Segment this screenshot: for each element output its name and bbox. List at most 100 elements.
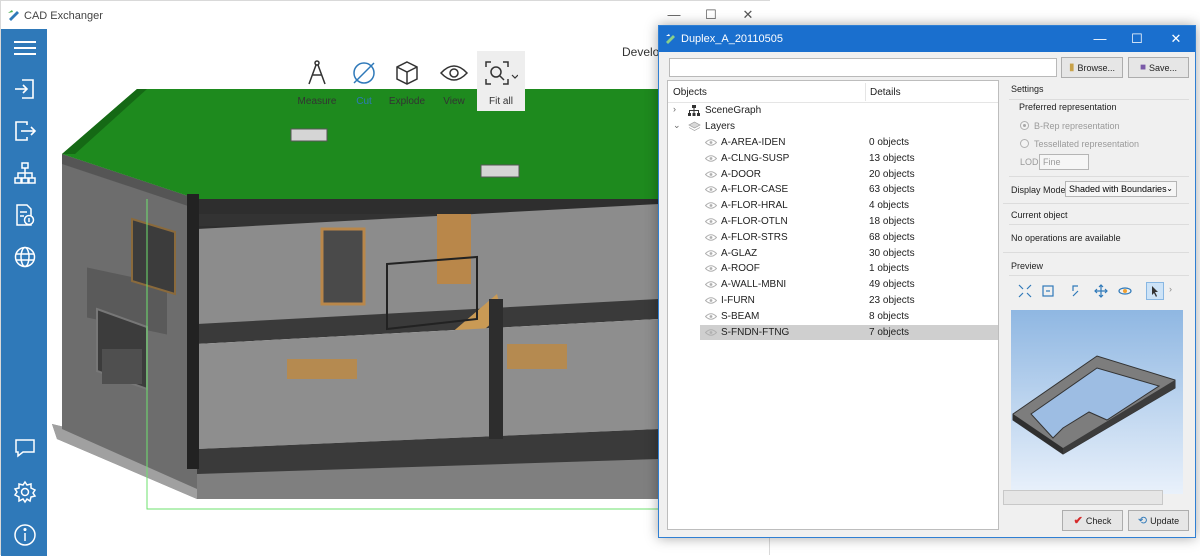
eye-icon[interactable]: [705, 265, 717, 273]
refresh-icon: ⟲: [1137, 515, 1148, 527]
preview-zoom-icon[interactable]: [1069, 282, 1087, 300]
layer-row[interactable]: A-FLOR-CASE 63 objects: [668, 182, 998, 198]
layer-details: 68 objects: [869, 231, 915, 243]
fit-all-tool[interactable]: Fit all: [479, 59, 523, 107]
settings-heading: Settings: [1011, 84, 1044, 94]
expand-arrow-icon[interactable]: ›: [673, 104, 676, 114]
column-separator[interactable]: [865, 83, 866, 101]
close-button[interactable]: ✕: [740, 7, 756, 23]
eye-icon[interactable]: [705, 328, 717, 336]
layer-row[interactable]: S-FNDN-FTNG 7 objects: [700, 324, 998, 341]
compass-icon: [297, 59, 337, 87]
dialog-logo-icon: [666, 34, 675, 44]
layer-row[interactable]: A-AREA-IDEN 0 objects: [668, 135, 998, 151]
update-label: Update: [1150, 515, 1180, 526]
save-button[interactable]: ■ Save...: [1128, 57, 1189, 78]
measure-tool[interactable]: Measure: [297, 59, 337, 107]
view-tool[interactable]: View: [435, 59, 473, 107]
dialog-title: Duplex_A_20110505: [681, 33, 783, 45]
browse-label: Browse...: [1077, 62, 1116, 73]
eye-icon[interactable]: [705, 139, 717, 146]
report-icon[interactable]: [11, 201, 39, 229]
update-button[interactable]: ⟲ Update: [1128, 510, 1189, 531]
dialog-close-button[interactable]: ✕: [1168, 31, 1184, 47]
display-mode-select[interactable]: Shaded with Boundaries ⌄: [1065, 181, 1177, 197]
structure-icon[interactable]: [11, 159, 39, 187]
layer-row[interactable]: A-FLOR-STRS 68 objects: [668, 230, 998, 246]
file-path-input[interactable]: [669, 58, 1057, 77]
web-icon[interactable]: [11, 243, 39, 271]
chat-icon[interactable]: [11, 434, 39, 462]
eye-icon[interactable]: [705, 170, 717, 178]
scenegraph-label: SceneGraph: [705, 105, 762, 116]
layer-name: A-ROOF: [721, 263, 760, 275]
eye-icon[interactable]: [705, 249, 717, 257]
fit-all-icon: [479, 59, 523, 87]
browse-button[interactable]: ▮ Browse...: [1061, 57, 1123, 78]
layer-name: A-CLNG-SUSP: [721, 152, 790, 164]
export-icon[interactable]: [11, 117, 39, 145]
preview-canvas[interactable]: [1011, 310, 1183, 494]
maximize-button[interactable]: ☐: [703, 7, 719, 23]
menu-icon[interactable]: [11, 34, 39, 62]
preview-more-icon[interactable]: ›: [1169, 284, 1172, 294]
import-icon[interactable]: [11, 75, 39, 103]
display-mode-value: Shaded with Boundaries: [1069, 184, 1167, 194]
eye-icon[interactable]: [705, 218, 717, 225]
layer-row[interactable]: A-FLOR-HRAL 4 objects: [668, 198, 998, 214]
layer-row[interactable]: A-CLNG-SUSP 13 objects: [668, 151, 998, 167]
eye-icon[interactable]: [705, 186, 717, 194]
explode-tool[interactable]: Explode: [387, 59, 427, 107]
layer-name: A-DOOR: [721, 168, 761, 180]
tree-item-layers[interactable]: ⌄ Layers: [668, 119, 998, 135]
minimize-button[interactable]: —: [666, 7, 682, 23]
check-button[interactable]: ✔ Check: [1062, 510, 1123, 531]
preview-frame-icon[interactable]: [1039, 282, 1057, 300]
collapse-arrow-icon[interactable]: ⌄: [673, 120, 681, 131]
cut-tool[interactable]: Cut: [344, 59, 384, 107]
layer-row[interactable]: A-GLAZ 30 objects: [668, 246, 998, 262]
eye-icon[interactable]: [705, 297, 717, 304]
info-icon[interactable]: [11, 521, 39, 549]
layer-name: A-WALL-MBNI: [721, 279, 787, 291]
preview-fit-icon[interactable]: [1016, 282, 1034, 300]
tessellated-radio[interactable]: [1020, 139, 1029, 148]
eye-icon[interactable]: [705, 281, 717, 288]
preview-select-icon[interactable]: [1146, 282, 1164, 300]
eye-icon[interactable]: [705, 202, 717, 209]
dialog-maximize-button[interactable]: ☐: [1129, 31, 1145, 47]
objects-column-header[interactable]: Objects: [673, 87, 707, 98]
layer-row[interactable]: A-FLOR-OTLN 18 objects: [668, 214, 998, 230]
layer-details: 18 objects: [869, 216, 915, 227]
layer-details: 8 objects: [869, 310, 910, 322]
main-title-bar[interactable]: CAD Exchanger — ☐ ✕: [1, 1, 771, 29]
layer-row[interactable]: I-FURN 23 objects: [668, 293, 998, 309]
layers-label: Layers: [705, 121, 736, 132]
tessellated-label: Tessellated representation: [1034, 139, 1140, 149]
brep-radio[interactable]: [1020, 121, 1029, 130]
eye-icon[interactable]: [705, 234, 717, 241]
eye-icon[interactable]: [705, 313, 717, 320]
layer-row[interactable]: S-BEAM 8 objects: [668, 309, 998, 325]
dialog-minimize-button[interactable]: —: [1092, 31, 1108, 46]
layer-name: A-FLOR-STRS: [721, 231, 788, 243]
folder-icon: ▮: [1068, 62, 1075, 73]
layer-row[interactable]: A-ROOF 1 objects: [668, 261, 998, 277]
main-window-title: CAD Exchanger: [24, 10, 103, 22]
layer-name: I-FURN: [721, 295, 755, 306]
layer-details: 4 objects: [869, 200, 910, 212]
eye-icon[interactable]: [705, 155, 717, 162]
preview-pan-icon[interactable]: [1092, 282, 1110, 300]
details-column-header[interactable]: Details: [870, 87, 901, 98]
chevron-down-icon: ⌄: [1166, 184, 1173, 193]
current-object-divider: [1009, 224, 1189, 225]
preview-rotate-icon[interactable]: [1116, 282, 1134, 300]
lod-select[interactable]: Fine: [1039, 154, 1089, 170]
layer-row[interactable]: A-DOOR 20 objects: [668, 167, 998, 183]
layer-row[interactable]: A-WALL-MBNI 49 objects: [668, 277, 998, 293]
layer-name: A-FLOR-HRAL: [721, 200, 788, 212]
tree-item-scenegraph[interactable]: › SceneGraph: [668, 103, 998, 119]
settings-icon[interactable]: [11, 478, 39, 506]
dialog-title-bar[interactable]: Duplex_A_20110505 — ☐ ✕: [659, 26, 1195, 52]
objects-tree[interactable]: Objects Details › SceneGraph ⌄ Layers A-…: [667, 80, 999, 530]
